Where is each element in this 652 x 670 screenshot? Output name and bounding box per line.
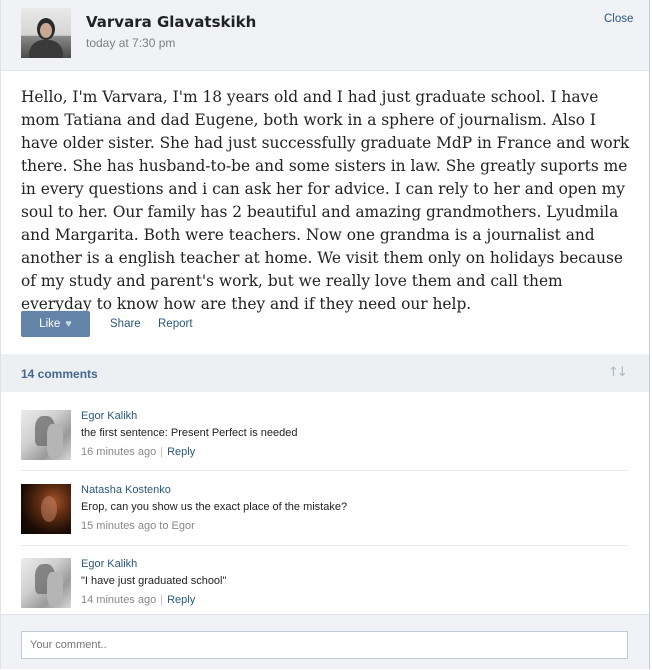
comments-count[interactable]: 14 comments: [21, 367, 98, 381]
sort-arrows-icon[interactable]: ↑↓: [608, 365, 628, 380]
comment-text: "I have just graduated school": [81, 575, 227, 587]
meta-separator: |: [160, 446, 164, 458]
avatar-shape: [47, 424, 63, 458]
comment-divider: [21, 470, 628, 471]
comment-author[interactable]: Egor Kalikh: [81, 410, 137, 422]
share-link[interactable]: Share: [110, 318, 141, 330]
comment-meta: 15 minutes ago to Egor: [81, 520, 195, 532]
comment-item: Egor Kalikh the first sentence: Present …: [21, 410, 628, 476]
comment-time[interactable]: 14 minutes ago: [81, 594, 156, 606]
post-header: Varvara Glavatskikh today at 7:30 pm Clo…: [1, 0, 649, 71]
commenter-avatar[interactable]: [21, 484, 71, 534]
comment-input[interactable]: [21, 631, 628, 659]
post-timestamp: today at 7:30 pm: [86, 36, 176, 50]
comment-meta: 14 minutes ago | Reply: [81, 594, 195, 606]
comment-text: the first sentence: Present Perfect is n…: [81, 427, 298, 439]
report-link[interactable]: Report: [158, 318, 193, 330]
commenter-avatar[interactable]: [21, 410, 71, 460]
avatar-shape: [47, 572, 63, 606]
avatar-figure-face: [40, 23, 52, 38]
author-name[interactable]: Varvara Glavatskikh: [86, 13, 256, 31]
close-button[interactable]: Close: [604, 13, 633, 25]
meta-separator: |: [160, 594, 164, 606]
comment-author[interactable]: Natasha Kostenko: [81, 484, 171, 496]
comment-divider: [21, 545, 628, 546]
heart-icon: ♥: [65, 318, 72, 330]
comment-time[interactable]: 16 minutes ago: [81, 446, 156, 458]
comment-item: Natasha Kostenko Егор, can you show us t…: [21, 484, 628, 550]
comment-time[interactable]: 15 minutes ago: [81, 520, 156, 532]
comment-input-bar: [1, 614, 649, 669]
comment-text: Егор, can you show us the exact place of…: [81, 501, 348, 513]
reply-to-link[interactable]: to Egor: [159, 520, 194, 532]
reply-link[interactable]: Reply: [167, 446, 195, 458]
author-avatar[interactable]: [21, 8, 71, 58]
post-text: Hello, I'm Varvara, I'm 18 years old and…: [21, 88, 630, 313]
comment-author[interactable]: Egor Kalikh: [81, 558, 137, 570]
avatar-shape: [41, 496, 57, 522]
comments-header: 14 comments ↑↓: [1, 354, 649, 392]
comment-meta: 16 minutes ago | Reply: [81, 446, 195, 458]
commenter-avatar[interactable]: [21, 558, 71, 608]
avatar-figure-body: [29, 40, 63, 58]
post-window: Varvara Glavatskikh today at 7:30 pm Clo…: [0, 0, 650, 669]
reply-link[interactable]: Reply: [167, 594, 195, 606]
like-button[interactable]: Like ♥: [21, 311, 90, 337]
like-label: Like: [39, 318, 61, 330]
